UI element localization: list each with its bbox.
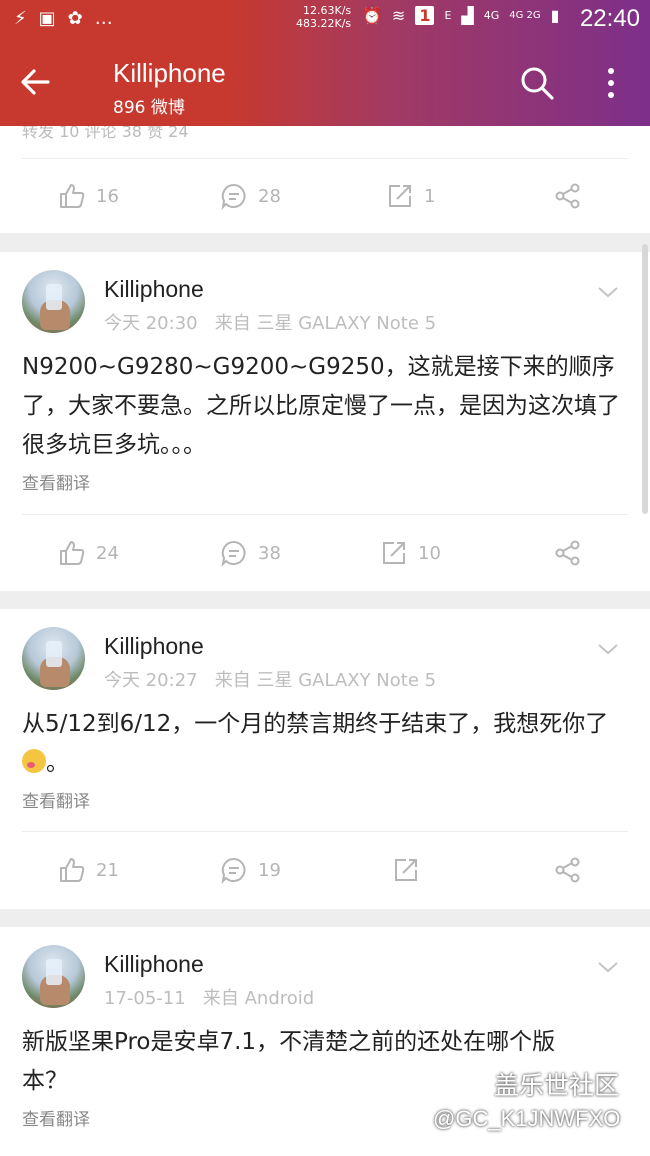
post-text: N9200~G9280~G9200~G9250，这就是接下来的顺序了，大家不要急… bbox=[22, 354, 620, 458]
share-button[interactable] bbox=[554, 832, 582, 908]
network-speed: 12.63K/s 483.22K/s bbox=[296, 4, 351, 30]
share-icon bbox=[555, 857, 580, 883]
post-text: 从5/12到6/12，一个月的禁言期终于结束了，我想死你了。 bbox=[22, 705, 632, 783]
post-time: 17-05-11 bbox=[104, 988, 186, 1009]
translate-link[interactable]: 查看翻译 bbox=[22, 1105, 90, 1130]
post-source: 来自 三星 GALAXY Note 5 bbox=[214, 313, 437, 334]
repost-count: 10 bbox=[418, 542, 441, 564]
like-count: 21 bbox=[96, 859, 119, 881]
repost-button[interactable] bbox=[392, 832, 420, 908]
leaf-icon: ✿ bbox=[67, 8, 83, 29]
notification-icons: ⚡ ▣ ✿ … bbox=[14, 8, 113, 29]
comment-button[interactable]: 28 bbox=[220, 158, 281, 234]
post-count: 896 微博 bbox=[113, 98, 185, 118]
repost-icon bbox=[395, 859, 417, 881]
action-bar: 21 19 bbox=[0, 832, 650, 908]
like-count: 16 bbox=[96, 185, 119, 207]
more-notifications-icon: … bbox=[94, 8, 113, 29]
post-meta: 今天 20:27 来自 三星 GALAXY Note 5 bbox=[104, 666, 436, 692]
post-card-top: 转发 10 评论 38 赞 24 16 28 1 bbox=[0, 116, 650, 233]
net-up: 12.63K/s bbox=[302, 4, 352, 17]
comment-count: 38 bbox=[258, 542, 281, 564]
repost-button[interactable]: 10 bbox=[380, 515, 441, 591]
chevron-down-icon[interactable] bbox=[596, 641, 620, 657]
share-button[interactable] bbox=[554, 158, 582, 234]
thumbs-up-icon bbox=[60, 184, 85, 208]
avatar[interactable] bbox=[22, 270, 85, 333]
post-text-body: 从5/12到6/12，一个月的禁言期终于结束了，我想死你了 bbox=[22, 711, 609, 737]
post-time: 今天 20:27 bbox=[104, 670, 198, 691]
action-bar: 24 38 10 bbox=[0, 515, 650, 591]
watermark-title: 盖乐世社区 bbox=[494, 1071, 620, 1100]
avatar[interactable] bbox=[22, 627, 85, 690]
app-header: ⚡ ▣ ✿ … 12.63K/s 483.22K/s ⏰ ≋ 1 E ▟ 4G … bbox=[0, 0, 650, 126]
chevron-down-icon[interactable] bbox=[596, 959, 620, 975]
sim-badge: 1 bbox=[415, 6, 435, 25]
back-arrow-icon[interactable] bbox=[18, 62, 58, 102]
repost-icon bbox=[383, 542, 405, 564]
post-meta: 17-05-11 来自 Android bbox=[104, 984, 314, 1010]
avatar[interactable] bbox=[22, 945, 85, 1008]
repost-button[interactable]: 1 bbox=[386, 158, 435, 234]
translate-link[interactable]: 查看翻译 bbox=[22, 787, 90, 812]
scrollbar[interactable] bbox=[642, 244, 648, 514]
author-name[interactable]: Killiphone bbox=[104, 633, 204, 660]
battery-icon: ▮ bbox=[550, 6, 560, 25]
author-name[interactable]: Killiphone bbox=[104, 951, 204, 978]
thumbs-up-icon bbox=[60, 541, 85, 565]
usb-debug-icon: ⚡ bbox=[14, 8, 27, 29]
comment-icon bbox=[221, 540, 246, 567]
post-source: 来自 Android bbox=[202, 988, 315, 1009]
comment-button[interactable]: 38 bbox=[220, 515, 281, 591]
comment-button[interactable]: 19 bbox=[220, 832, 281, 908]
post-card[interactable]: Killiphone 今天 20:30 来自 三星 GALAXY Note 5 … bbox=[0, 252, 650, 591]
repost-icon bbox=[389, 185, 411, 207]
comment-count: 19 bbox=[258, 859, 281, 881]
post-text-end: 。 bbox=[46, 750, 69, 776]
signal-4g-2g: 4G 2G bbox=[509, 10, 541, 21]
clock: 22:40 bbox=[579, 5, 640, 32]
post-meta: 今天 20:30 来自 三星 GALAXY Note 5 bbox=[104, 309, 436, 335]
more-options-icon[interactable] bbox=[598, 64, 624, 102]
emoji-icon bbox=[22, 749, 46, 773]
chevron-down-icon[interactable] bbox=[596, 284, 620, 300]
search-icon[interactable] bbox=[518, 64, 556, 102]
like-count: 24 bbox=[96, 542, 119, 564]
share-icon bbox=[555, 183, 580, 209]
signal-4g: 4G bbox=[483, 9, 500, 22]
net-down: 483.22K/s bbox=[296, 17, 352, 30]
status-bar: ⚡ ▣ ✿ … 12.63K/s 483.22K/s ⏰ ≋ 1 E ▟ 4G … bbox=[0, 0, 650, 40]
like-button[interactable]: 16 bbox=[58, 158, 119, 234]
comment-icon bbox=[221, 857, 246, 884]
author-name[interactable]: Killiphone bbox=[104, 276, 204, 303]
comment-count: 28 bbox=[258, 185, 281, 207]
wifi-icon: ≋ bbox=[391, 6, 406, 25]
repost-count: 1 bbox=[424, 185, 436, 207]
like-button[interactable]: 24 bbox=[58, 515, 119, 591]
thumbs-up-icon bbox=[60, 858, 85, 882]
post-card[interactable]: Killiphone 今天 20:27 来自 三星 GALAXY Note 5 … bbox=[0, 609, 650, 909]
page-title: Killiphone bbox=[113, 58, 226, 88]
translate-link[interactable]: 查看翻译 bbox=[22, 469, 90, 494]
share-button[interactable] bbox=[554, 515, 582, 591]
post-time: 今天 20:30 bbox=[104, 313, 198, 334]
action-bar: 16 28 1 bbox=[0, 158, 650, 234]
alarm-icon: ⏰ bbox=[362, 6, 382, 25]
system-icons: ⏰ ≋ 1 E ▟ 4G 4G 2G ▮ bbox=[362, 6, 559, 25]
like-button[interactable]: 21 bbox=[58, 832, 119, 908]
post-source: 来自 三星 GALAXY Note 5 bbox=[214, 670, 437, 691]
watermark-handle: @GC_K1JNWFXO bbox=[433, 1106, 621, 1131]
gallery-icon: ▣ bbox=[38, 8, 56, 29]
signal-bars-icon: ▟ bbox=[461, 6, 474, 25]
signal-e-icon: E bbox=[444, 9, 452, 22]
share-icon bbox=[555, 540, 580, 566]
comment-icon bbox=[221, 183, 246, 210]
